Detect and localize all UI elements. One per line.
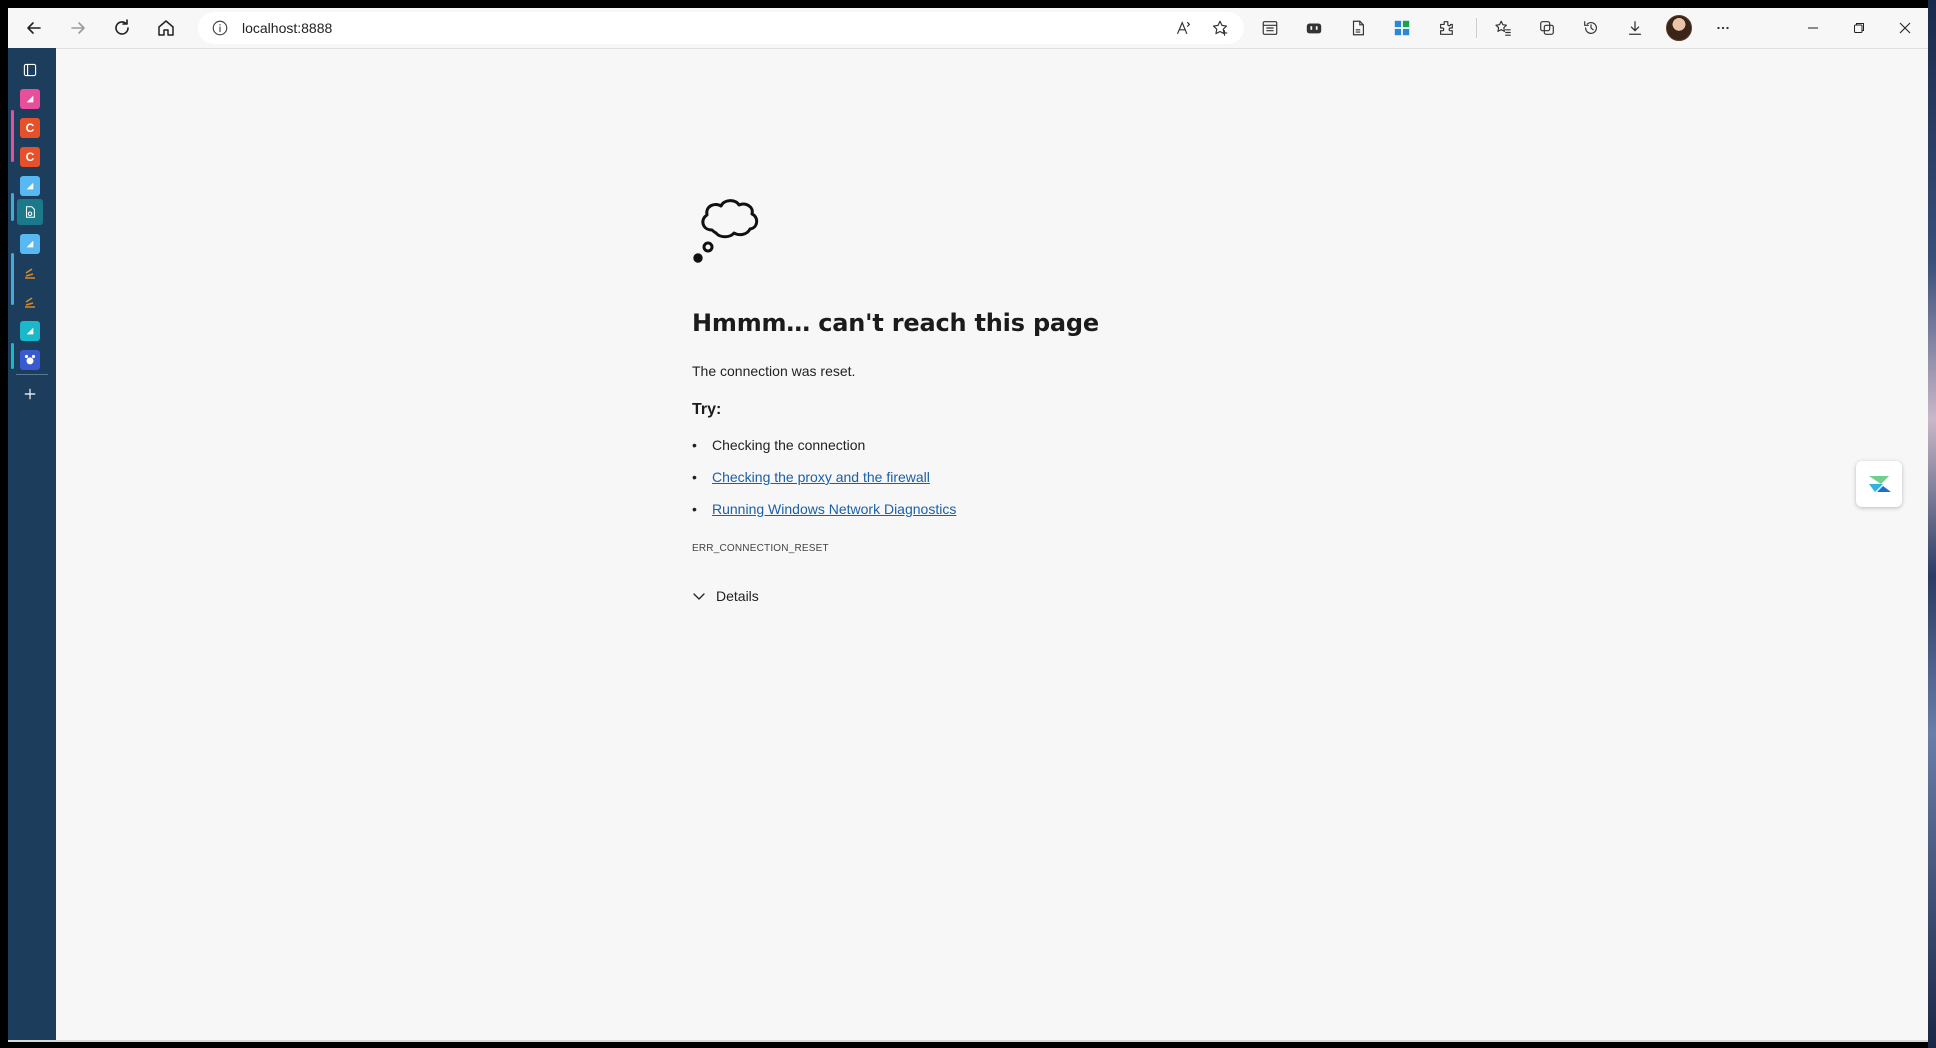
add-icon[interactable] (20, 384, 40, 404)
list-item: Checking the connection (692, 429, 1292, 461)
favorites-icon[interactable] (1483, 12, 1523, 44)
error-code: ERR_CONNECTION_RESET (692, 543, 829, 554)
site-info-icon[interactable] (210, 18, 230, 38)
suggestion-text: Checking the connection (712, 437, 866, 453)
sidebar-app-c-2[interactable]: C (20, 147, 40, 167)
details-label: Details (716, 588, 759, 604)
sidebar-app-doc[interactable] (17, 199, 43, 225)
tab-actions-icon[interactable] (20, 60, 40, 80)
collections-icon[interactable] (1527, 12, 1567, 44)
error-description: The connection was reset. (692, 363, 856, 379)
home-button[interactable] (148, 12, 184, 44)
history-icon[interactable] (1571, 12, 1611, 44)
more-menu-icon[interactable] (1703, 12, 1743, 44)
wallpaper (1928, 0, 1936, 1048)
details-toggle[interactable]: Details (692, 588, 1292, 604)
avatar (1666, 15, 1692, 41)
refresh-icon (115, 19, 129, 35)
minimize-icon (1808, 27, 1818, 29)
browser-window: localhost:8888 C C Hmmm… can't reach thi… (8, 8, 1928, 1042)
back-button[interactable] (16, 12, 52, 44)
split-screen-icon[interactable] (1250, 12, 1290, 44)
sidebar-app-cat[interactable] (20, 350, 40, 370)
restore-button[interactable] (1836, 8, 1882, 48)
sidebar-app-teal[interactable] (20, 321, 40, 341)
forward-button[interactable] (60, 12, 96, 44)
minimize-button[interactable] (1790, 8, 1836, 48)
url-text[interactable]: localhost:8888 (242, 20, 332, 36)
thought-cloud-icon (693, 199, 759, 263)
address-bar[interactable]: localhost:8888 (198, 12, 1244, 44)
network-diagnostics-link[interactable]: Running Windows Network Diagnostics (712, 501, 956, 517)
extension-logo-icon (1869, 476, 1891, 492)
list-item: Checking the proxy and the firewall (692, 461, 1292, 493)
restore-icon (1854, 23, 1864, 33)
try-heading: Try: (692, 401, 722, 418)
profile-button[interactable] (1659, 12, 1699, 44)
page-title: Hmmm… can't reach this page (692, 309, 1099, 337)
close-icon (1899, 22, 1911, 34)
sidebar-app-stack-2[interactable] (20, 292, 40, 312)
error-panel: Hmmm… can't reach this page The connecti… (692, 192, 1292, 604)
home-icon (158, 20, 174, 36)
close-window-button[interactable] (1882, 8, 1928, 48)
collections-apps-icon[interactable] (1382, 12, 1422, 44)
floating-extension-button[interactable] (1856, 461, 1902, 507)
toolbar-separator (1476, 18, 1477, 38)
vertical-sidebar: C C (8, 48, 56, 1042)
add-favorite-icon[interactable] (1202, 12, 1238, 44)
desktop: localhost:8888 C C Hmmm… can't reach thi… (0, 0, 1936, 1048)
back-arrow-icon (27, 22, 41, 34)
refresh-button[interactable] (104, 12, 140, 44)
list-item: Running Windows Network Diagnostics (692, 493, 1292, 525)
sidebar-app-lightblue-2[interactable] (20, 234, 40, 254)
browser-toolbar: localhost:8888 (8, 8, 1928, 49)
page-content: Hmmm… can't reach this page The connecti… (56, 49, 1928, 1042)
forward-arrow-icon (71, 22, 85, 34)
games-icon[interactable] (1294, 12, 1334, 44)
sidebar-app-c-1[interactable]: C (20, 118, 40, 138)
sidebar-app-pink[interactable] (20, 89, 40, 109)
pdf-icon[interactable] (1338, 12, 1378, 44)
sidebar-app-lightblue-1[interactable] (20, 176, 40, 196)
extensions-icon[interactable] (1426, 12, 1466, 44)
sidebar-app-stack-1[interactable] (20, 263, 40, 283)
suggestion-list: Checking the connection Checking the pro… (692, 429, 1292, 525)
proxy-firewall-link[interactable]: Checking the proxy and the firewall (712, 469, 930, 485)
downloads-icon[interactable] (1615, 12, 1655, 44)
read-aloud-icon[interactable] (1166, 12, 1202, 44)
chevron-down-icon (693, 593, 705, 600)
